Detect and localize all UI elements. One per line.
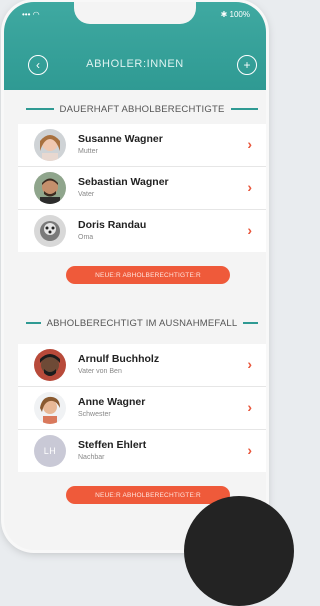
- list-item[interactable]: Sebastian Wagner Vater ›: [18, 167, 266, 210]
- person-name: Anne Wagner: [78, 396, 146, 408]
- chevron-right-icon: ›: [247, 442, 252, 458]
- battery-indicator: ✱ 100%: [220, 10, 250, 19]
- person-name: Doris Randau: [78, 219, 147, 231]
- nav-bar: ‹ ABHOLER:INNEN +: [4, 52, 266, 80]
- list-item[interactable]: LH Steffen Ehlert Nachbar ›: [18, 430, 266, 472]
- chevron-right-icon: ›: [247, 136, 252, 152]
- section-header-permanent: DAUERHAFT ABHOLBERECHTIGTE: [4, 101, 266, 117]
- decorative-shape: [184, 496, 294, 606]
- section-title: DAUERHAFT ABHOLBERECHTIGTE: [59, 103, 225, 115]
- divider: [230, 108, 259, 110]
- person-role: Nachbar: [78, 454, 105, 461]
- page-title: ABHOLER:INNEN: [86, 58, 184, 70]
- divider: [26, 108, 54, 110]
- chevron-right-icon: ›: [247, 399, 252, 415]
- phone-notch: [74, 2, 196, 24]
- chevron-right-icon: ›: [247, 222, 252, 238]
- chevron-right-icon: ›: [247, 179, 252, 195]
- person-role: Oma: [78, 234, 94, 241]
- person-name: Arnulf Buchholz: [78, 353, 160, 365]
- add-button[interactable]: +: [237, 55, 257, 75]
- phone-frame: ••• ◠ ✱ 100% ‹ ABHOLER:INNEN + DAUERHAFT…: [4, 2, 266, 550]
- divider: [243, 322, 259, 324]
- list-item[interactable]: Susanne Wagner Mutter ›: [18, 124, 266, 167]
- avatar: [34, 129, 66, 161]
- avatar-initials: LH: [34, 435, 66, 467]
- avatar: [34, 172, 66, 204]
- person-role: Vater von Ben: [78, 368, 122, 375]
- chevron-right-icon: ›: [247, 356, 252, 372]
- person-role: Mutter: [78, 148, 98, 155]
- list-item[interactable]: Arnulf Buchholz Vater von Ben ›: [18, 344, 266, 387]
- signal-indicator: ••• ◠: [22, 10, 40, 19]
- add-exception-button[interactable]: NEUE:R ABHOLBERECHTIGTE:R: [66, 486, 230, 504]
- person-role: Vater: [78, 191, 95, 198]
- section-title: ABHOLBERECHTIGT IM AUSNAHMEFALL: [46, 317, 238, 329]
- divider: [26, 322, 41, 324]
- person-name: Sebastian Wagner: [78, 176, 169, 188]
- person-name: Susanne Wagner: [78, 133, 163, 145]
- avatar: [34, 215, 66, 247]
- permanent-list: Susanne Wagner Mutter › Sebastian Wagner…: [18, 124, 266, 252]
- person-role: Schwester: [78, 411, 111, 418]
- exception-list: Arnulf Buchholz Vater von Ben › Anne Wag…: [18, 344, 266, 472]
- plus-icon: +: [243, 58, 251, 72]
- add-permanent-button[interactable]: NEUE:R ABHOLBERECHTIGTE:R: [66, 266, 230, 284]
- section-header-exception: ABHOLBERECHTIGT IM AUSNAHMEFALL: [4, 315, 266, 331]
- avatar: [34, 349, 66, 381]
- avatar: [34, 392, 66, 424]
- list-item[interactable]: Anne Wagner Schwester ›: [18, 387, 266, 430]
- person-name: Steffen Ehlert: [78, 439, 147, 451]
- list-item[interactable]: Doris Randau Oma ›: [18, 210, 266, 252]
